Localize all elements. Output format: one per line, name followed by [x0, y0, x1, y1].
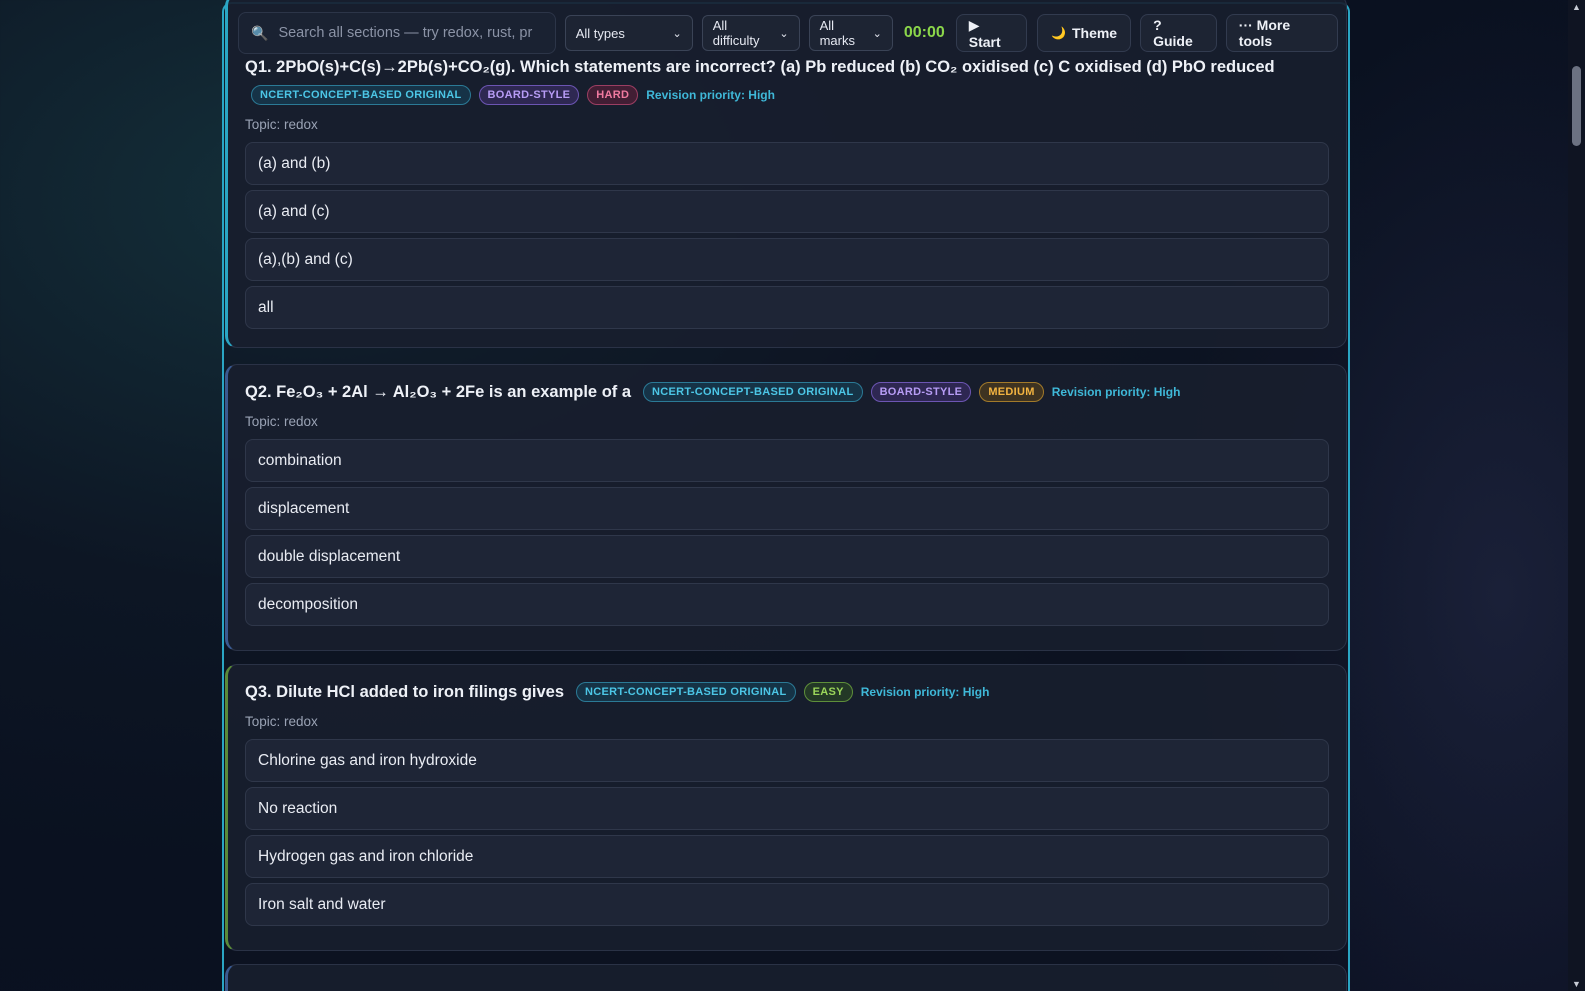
options-list: combination displacement double displace…: [245, 439, 1329, 626]
option-d[interactable]: Iron salt and water: [245, 883, 1329, 926]
option-a[interactable]: (a) and (b): [245, 142, 1329, 185]
option-b[interactable]: No reaction: [245, 787, 1329, 830]
page-scrollbar[interactable]: ▲ ▼: [1568, 0, 1585, 991]
search-box[interactable]: 🔍: [238, 12, 556, 54]
badge-difficulty: HARD: [587, 85, 639, 105]
question-title-1: Q1. 2PbO(s)+C(s)→2Pb(s)+CO₂(g). Which st…: [245, 58, 1275, 76]
topic-label: Topic: redox: [245, 414, 318, 429]
difficulty-filter-select[interactable]: All difficulty ⌄: [701, 15, 800, 51]
badge-difficulty: MEDIUM: [979, 382, 1044, 402]
badge-source: NCERT-CONCEPT-BASED ORIGINAL: [643, 382, 863, 402]
moon-icon: 🌙: [1051, 26, 1066, 40]
option-a[interactable]: combination: [245, 439, 1329, 482]
option-d[interactable]: decomposition: [245, 583, 1329, 626]
difficulty-filter-value: All difficulty: [712, 18, 760, 48]
question-card-2: Q2. Fe₂O₃ + 2Al → Al₂O₃ + 2Fe is an exam…: [225, 364, 1347, 651]
question-card-3: Q3. Dilute HCl added to iron filings giv…: [225, 664, 1347, 951]
theme-button-label: Theme: [1071, 25, 1118, 41]
chevron-down-icon: ⌄: [779, 27, 789, 40]
options-list: Chlorine gas and iron hydroxide No react…: [245, 739, 1329, 926]
topic-label: Topic: redox: [245, 714, 318, 729]
start-button[interactable]: ▶ Start: [955, 14, 1028, 52]
question-title-2: Q2. Fe₂O₃ + 2Al → Al₂O₃ + 2Fe is an exam…: [245, 382, 632, 401]
marks-filter-value: All marks: [819, 18, 855, 48]
revision-priority: Revision priority: High: [1051, 385, 1181, 399]
revision-priority: Revision priority: High: [860, 685, 990, 699]
topic-label: Topic: redox: [245, 117, 318, 132]
option-c[interactable]: Hydrogen gas and iron chloride: [245, 835, 1329, 878]
badge-difficulty: EASY: [803, 682, 853, 702]
scroll-down-arrow-icon[interactable]: ▼: [1568, 977, 1585, 991]
option-c[interactable]: (a),(b) and (c): [245, 238, 1329, 281]
type-filter-select[interactable]: All types ⌄: [564, 15, 693, 51]
search-icon: 🔍: [251, 24, 269, 41]
chevron-down-icon: ⌄: [672, 27, 682, 40]
theme-button[interactable]: 🌙 Theme: [1037, 14, 1132, 52]
badge-style: BOARD-STYLE: [478, 85, 580, 105]
revision-priority: Revision priority: High: [646, 88, 775, 102]
option-c[interactable]: double displacement: [245, 535, 1329, 578]
scroll-up-arrow-icon[interactable]: ▲: [1568, 0, 1585, 14]
option-d[interactable]: all: [245, 286, 1329, 329]
option-a[interactable]: Chlorine gas and iron hydroxide: [245, 739, 1329, 782]
scrollbar-thumb[interactable]: [1572, 66, 1581, 146]
search-input[interactable]: [278, 25, 543, 41]
more-tools-button[interactable]: ··· More tools: [1225, 14, 1338, 52]
option-b[interactable]: (a) and (c): [245, 190, 1329, 233]
marks-filter-select[interactable]: All marks ⌄: [808, 15, 893, 51]
question-card-4: [225, 964, 1347, 991]
toolbar: 🔍 All types ⌄ All difficulty ⌄ All marks…: [238, 11, 1338, 55]
badge-source: NCERT-CONCEPT-BASED ORIGINAL: [576, 682, 796, 702]
timer-display: 00:00: [903, 24, 945, 41]
question-title-3: Q3. Dilute HCl added to iron filings giv…: [245, 682, 565, 701]
type-filter-value: All types: [575, 25, 625, 41]
badge-style: BOARD-STYLE: [870, 382, 972, 402]
guide-button[interactable]: ? Guide: [1140, 14, 1217, 52]
option-b[interactable]: displacement: [245, 487, 1329, 530]
badge-source: NCERT-CONCEPT-BASED ORIGINAL: [251, 85, 471, 105]
options-list: (a) and (b) (a) and (c) (a),(b) and (c) …: [245, 142, 1329, 329]
chevron-down-icon: ⌄: [872, 27, 882, 40]
